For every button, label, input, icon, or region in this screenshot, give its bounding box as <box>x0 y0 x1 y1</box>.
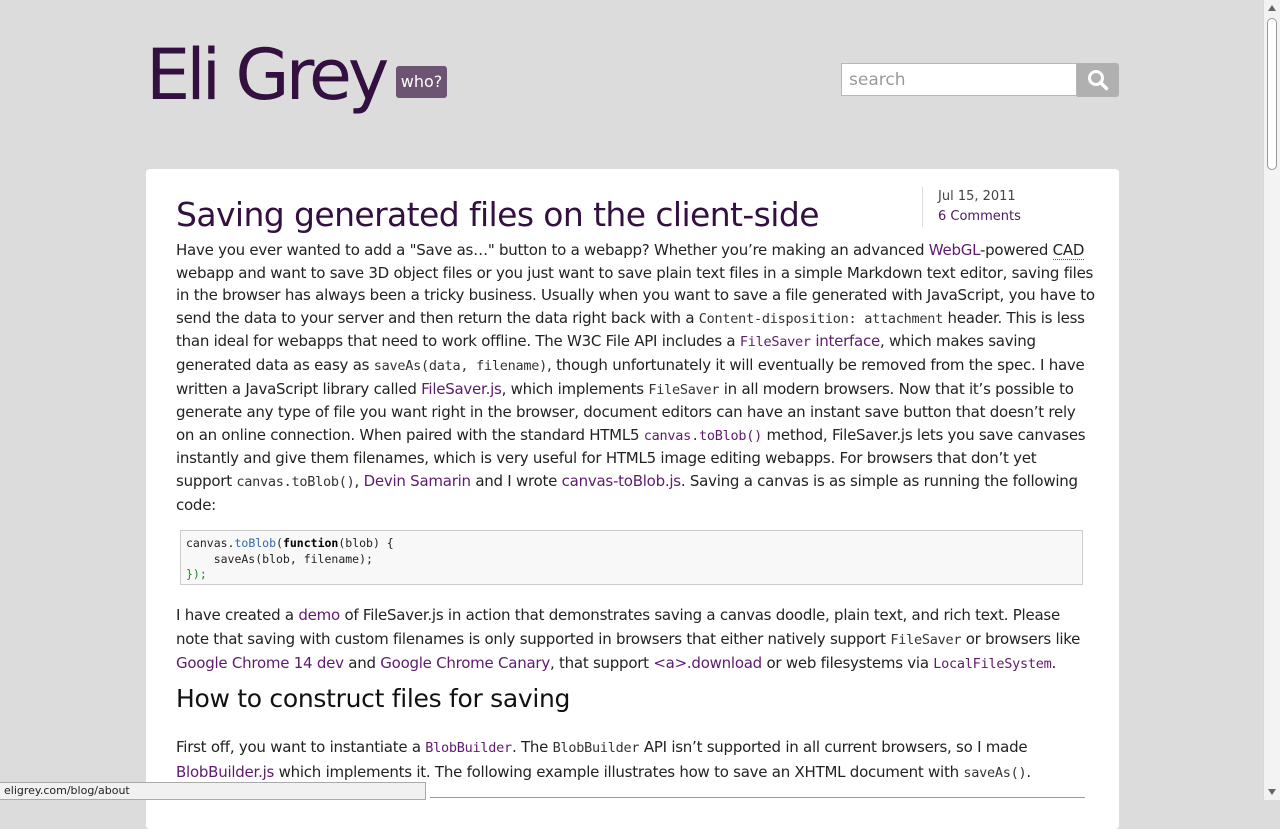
search-button[interactable] <box>1077 63 1119 97</box>
a-download-link[interactable]: <a>.download <box>653 654 762 672</box>
cad-abbr: CAD <box>1052 241 1085 260</box>
inline-code: canvas.toBlob() <box>236 473 355 490</box>
post-paragraph-3: First off, you want to instantiate a Blo… <box>176 736 1096 785</box>
code-text: canvas. <box>186 536 235 550</box>
text: Have you ever wanted to add a "Save as…"… <box>176 241 929 259</box>
filesaver-js-link[interactable]: FileSaver.js <box>421 380 502 398</box>
text: or browsers like <box>961 629 1081 648</box>
demo-link[interactable]: demo <box>298 606 340 624</box>
post-date: Jul 15, 2011 <box>938 189 1016 204</box>
blobbuilder-link[interactable]: BlobBuilder <box>425 740 512 756</box>
webgl-link[interactable]: WebGL <box>929 241 980 259</box>
scroll-thumb[interactable] <box>1267 18 1277 170</box>
chrome-canary-link[interactable]: Google Chrome Canary <box>380 654 550 672</box>
canvas-toblob-link[interactable]: canvas.toBlob() <box>644 428 762 444</box>
comments-link[interactable]: 6 Comments <box>938 209 1021 224</box>
devin-samarin-link[interactable]: Devin Samarin <box>364 472 471 490</box>
post-paragraph-1: Have you ever wanted to add a "Save as…"… <box>176 239 1096 516</box>
inline-code: Content-disposition: attachment <box>698 310 944 327</box>
inline-code: BlobBuilder <box>552 740 640 756</box>
vertical-scrollbar[interactable] <box>1263 0 1280 800</box>
blobbuilder-js-link[interactable]: BlobBuilder.js <box>176 763 274 781</box>
filesaver-interface-link[interactable]: FileSaver interface <box>740 332 880 350</box>
text: which implements it. The following examp… <box>274 762 964 781</box>
text: First off, you want to instantiate a <box>176 738 426 756</box>
text: I have created a <box>176 606 299 624</box>
inline-code: saveAs(data, filename) <box>373 357 548 374</box>
text: . The <box>511 738 553 756</box>
text: . <box>1026 762 1031 781</box>
inline-code: FileSaver <box>648 381 720 398</box>
post-meta: Jul 15, 2011 6 Comments <box>922 187 1021 227</box>
search-icon <box>1088 70 1109 91</box>
status-bar-url: eligrey.com/blog/about <box>0 782 426 800</box>
code-keyword: function <box>282 536 339 550</box>
text: -powered <box>979 241 1053 259</box>
chrome-14-dev-link[interactable]: Google Chrome 14 dev <box>176 654 344 672</box>
code-text: }); <box>186 567 207 581</box>
text: , that support <box>549 654 654 672</box>
scroll-down-arrow-icon[interactable] <box>1268 789 1276 795</box>
inline-code: FileSaver <box>890 631 962 648</box>
inline-code: saveAs() <box>963 764 1027 781</box>
text: or web filesystems via <box>761 654 934 672</box>
code-text: ( <box>276 536 283 550</box>
divider <box>430 797 1085 798</box>
scroll-up-arrow-icon[interactable] <box>1268 5 1276 11</box>
code-text: (blob) { <box>338 536 394 550</box>
code-text: saveAs(blob, filename); <box>186 551 373 566</box>
code-text: toBlob <box>234 536 277 550</box>
who-button[interactable]: who? <box>396 66 447 98</box>
text: and I wrote <box>470 471 562 490</box>
interface-text: interface <box>810 332 880 351</box>
filesaver-code: FileSaver <box>739 334 811 351</box>
text: API isn’t supported in all current brows… <box>639 738 1028 756</box>
post-title[interactable]: Saving generated files on the client-sid… <box>176 191 820 239</box>
localfilesystem-link[interactable]: LocalFileSystem <box>933 656 1051 672</box>
code-block: canvas.toBlob(function(blob) { saveAs(bl… <box>180 530 1083 585</box>
section-heading: How to construct files for saving <box>176 684 571 713</box>
text: . <box>1051 654 1056 672</box>
text: , <box>354 471 364 490</box>
search-input[interactable] <box>841 63 1077 96</box>
post-paragraph-2: I have created a demo of FileSaver.js in… <box>176 604 1096 677</box>
site-title[interactable]: Eli Grey <box>146 30 389 120</box>
article: Jul 15, 2011 6 Comments Saving generated… <box>146 169 1119 829</box>
text: , which implements <box>501 379 649 398</box>
text: and <box>343 654 381 672</box>
canvas-toblob-js-link[interactable]: canvas-toBlob.js <box>562 472 681 490</box>
